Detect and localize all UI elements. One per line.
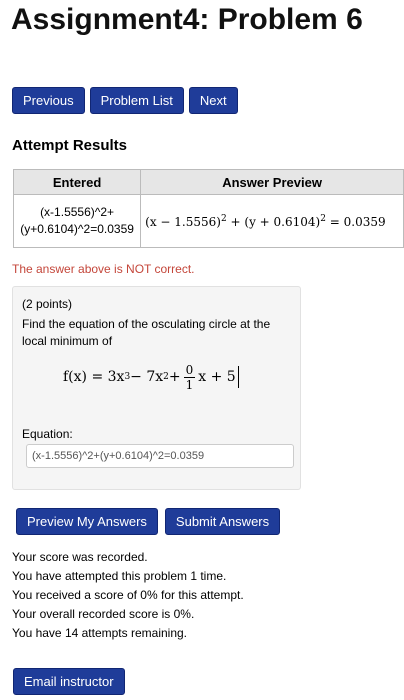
problem-prompt: Find the equation of the osculating circ… [22,317,271,348]
page-title: Assignment4: Problem 6 [11,3,363,36]
text-cursor-icon [237,366,239,388]
formula-plus: + [168,369,181,385]
entered-answer-cell: (x-1.5556)^2+ (y+0.6104)^2=0.0359 [12,194,142,248]
problem-points: (2 points) [22,297,73,311]
next-button[interactable]: Next [188,87,238,114]
fraction-denominator: 1 [185,377,194,392]
preview-term-y: + (y + 0.6104) [226,214,321,229]
status-attempted: You have attempted this problem 1 time. [12,569,227,583]
problem-nav: Previous Problem List Next [12,87,238,114]
table-header-row: Entered Answer Preview [12,169,404,195]
preview-rhs: = 0.0359 [325,214,386,229]
status-remaining: You have 14 attempts remaining. [12,626,188,640]
entered-line-2: (y+0.6104)^2=0.0359 [20,222,134,236]
previous-button[interactable]: Previous [12,87,85,114]
entered-line-1: (x-1.5556)^2+ [40,205,115,219]
incorrect-message: The answer above is NOT correct. [12,262,195,276]
email-instructor-button[interactable]: Email instructor [13,668,125,695]
problem-panel: (2 points) Find the equation of the oscu… [12,286,301,490]
preview-term-x: (x − 1.5556) [145,214,221,229]
answer-preview-cell: (x − 1.5556)2 + (y + 0.6104)2 = 0.0359 [140,194,404,248]
equation-answer-input[interactable] [26,444,294,468]
formula-lhs: f(x) = 3x [63,369,125,385]
score-status: Your score was recorded. You have attemp… [12,548,244,643]
formula-fraction: 01 [183,362,196,392]
fraction-numerator: 0 [183,362,196,378]
table-row: (x-1.5556)^2+ (y+0.6104)^2=0.0359 (x − 1… [12,194,404,248]
formula-tail: x + 5 [198,369,236,385]
status-received: You received a score of 0% for this atte… [12,588,244,602]
column-header-answer-preview: Answer Preview [140,169,404,195]
answer-actions: Preview My Answers Submit Answers [16,508,281,535]
status-overall: Your overall recorded score is 0%. [12,607,195,621]
column-header-entered: Entered [12,169,142,195]
submit-answers-button[interactable]: Submit Answers [164,508,281,535]
equation-label: Equation: [22,427,73,441]
formula-middle: − 7x [130,369,164,385]
attempt-results-heading: Attempt Results [12,137,128,154]
attempt-results-table: Entered Answer Preview (x-1.5556)^2+ (y+… [12,169,404,248]
function-formula: f(x) = 3x 3 − 7x 2 + 01x + 5 [63,355,239,399]
problem-list-button[interactable]: Problem List [89,87,184,114]
status-recorded: Your score was recorded. [12,550,148,564]
preview-answers-button[interactable]: Preview My Answers [16,508,158,535]
